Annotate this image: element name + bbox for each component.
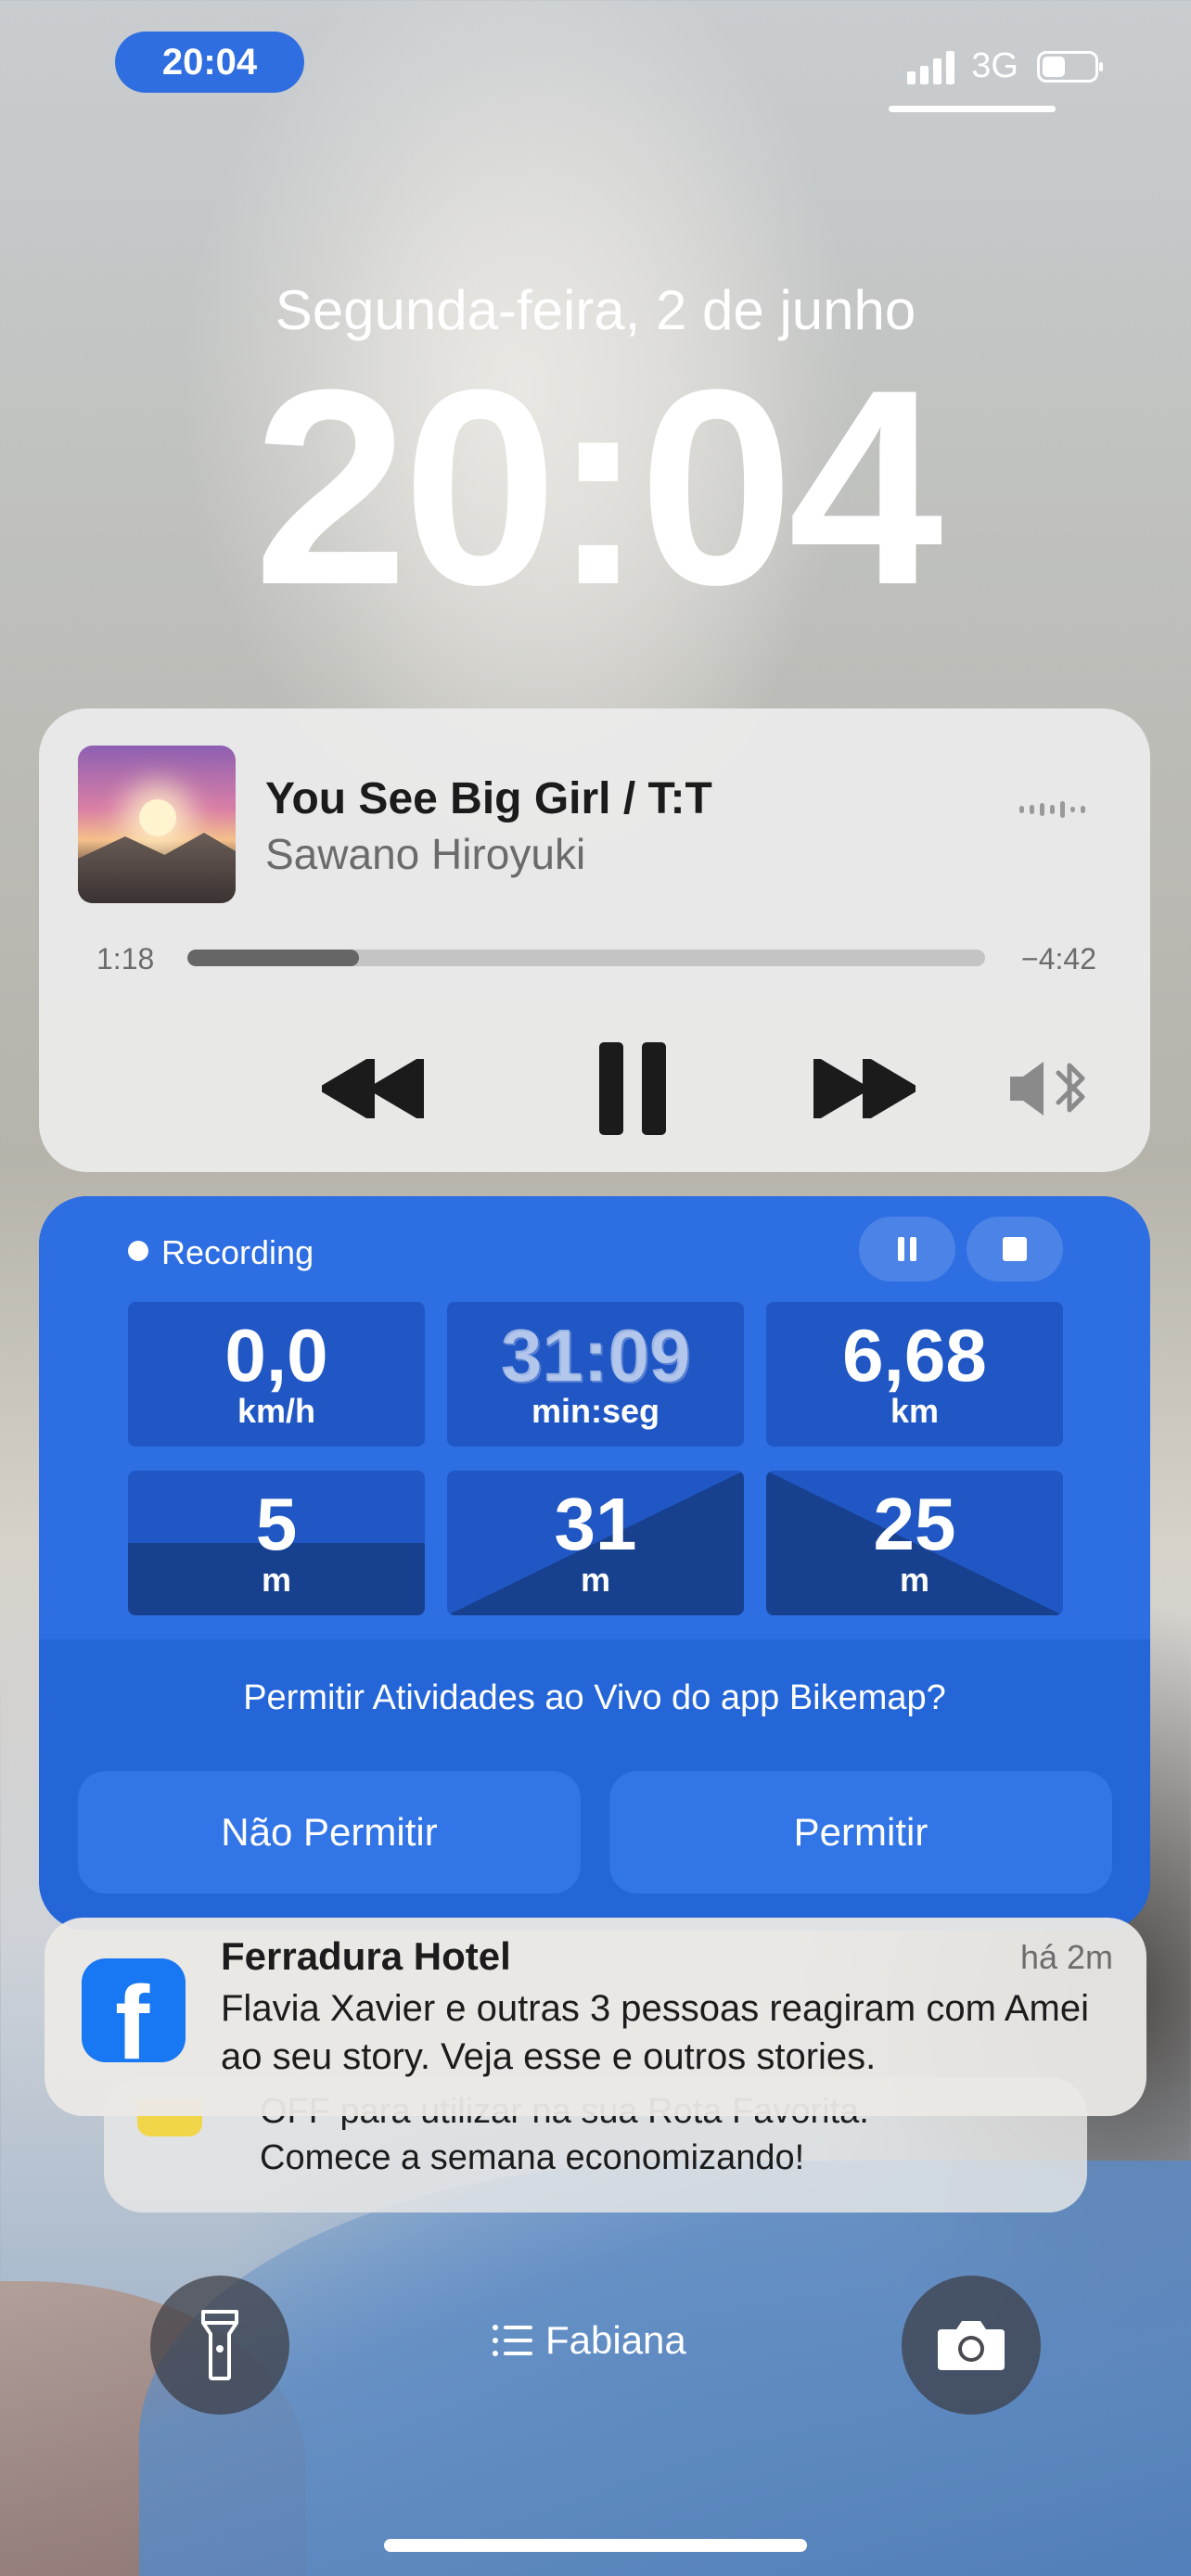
home-indicator[interactable] xyxy=(384,2539,807,2552)
notification-body: Flavia Xavier e outras 3 pessoas reagira… xyxy=(221,1988,1089,2077)
rewind-icon xyxy=(322,1059,424,1118)
playback-scrubber[interactable] xyxy=(187,950,985,966)
signal-icon xyxy=(907,49,955,84)
focus-label: Fabiana xyxy=(545,2318,686,2362)
elevation-current-tile: 5 m xyxy=(128,1471,425,1615)
track-title: You See Big Girl / T:T xyxy=(265,774,712,823)
recording-status: Recording xyxy=(161,1233,314,1271)
pause-icon xyxy=(599,1042,666,1135)
control-center-indicator xyxy=(889,106,1056,112)
live-activity-bikemap[interactable]: Recording 0,0 km/h 31:09 min:seg 6,68 km… xyxy=(39,1196,1150,1931)
fast-forward-button[interactable] xyxy=(800,1033,929,1144)
distance-unit: km xyxy=(890,1392,940,1431)
status-time[interactable]: 20:04 xyxy=(115,32,304,93)
distance-tile: 6,68 km xyxy=(766,1302,1063,1447)
status-indicators: 3G xyxy=(907,46,1103,86)
elevation-gain-unit: m xyxy=(580,1561,610,1600)
flashlight-button[interactable] xyxy=(150,2276,289,2415)
duration-value: 31:09 xyxy=(500,1314,691,1397)
lock-clock: 20:04 xyxy=(253,331,942,643)
camera-icon xyxy=(938,2321,1005,2370)
network-type: 3G xyxy=(971,46,1018,85)
wallpaper-figure xyxy=(148,0,983,1391)
playback-progress xyxy=(187,950,359,966)
camera-button[interactable] xyxy=(902,2276,1041,2415)
elevation-gain-value: 31 xyxy=(554,1483,637,1566)
live-activity-permission-prompt: Permitir Atividades ao Vivo do app Bikem… xyxy=(243,1678,946,1717)
speed-unit: km/h xyxy=(237,1392,316,1431)
duration-unit: min:seg xyxy=(531,1392,660,1431)
speed-tile: 0,0 km/h xyxy=(128,1302,425,1447)
list-icon xyxy=(493,2325,532,2356)
recording-dot-icon xyxy=(128,1241,148,1261)
duration-tile: 31:09 min:seg xyxy=(447,1302,744,1447)
waveform-icon[interactable] xyxy=(1019,801,1085,818)
track-artist: Sawano Hiroyuki xyxy=(265,830,586,878)
notification-time: há 2m xyxy=(1019,1938,1113,1976)
notification-title: Ferradura Hotel xyxy=(221,1934,511,1978)
remaining-time: −4:42 xyxy=(1021,942,1096,976)
focus-filter[interactable]: Fabiana xyxy=(492,2318,686,2363)
battery-icon xyxy=(1037,50,1103,83)
speed-value: 0,0 xyxy=(224,1314,328,1397)
audio-output-button[interactable] xyxy=(1004,1033,1096,1144)
notification-facebook[interactable]: f Ferradura Hotel há 2m Flavia Xavier e … xyxy=(45,1918,1146,2116)
pause-button[interactable] xyxy=(577,1033,688,1144)
elapsed-time: 1:18 xyxy=(96,942,155,976)
elevation-current-value: 5 xyxy=(255,1483,298,1566)
fast-forward-icon xyxy=(813,1059,916,1118)
distance-value: 6,68 xyxy=(842,1314,987,1397)
deny-button[interactable]: Não Permitir xyxy=(78,1771,581,1894)
elevation-loss-tile: 25 m xyxy=(766,1471,1063,1615)
flashlight-icon xyxy=(201,2310,238,2380)
elevation-gain-tile: 31 m xyxy=(447,1471,744,1615)
pause-icon xyxy=(898,1237,916,1261)
rewind-button[interactable] xyxy=(308,1033,438,1144)
speaker-bluetooth-icon xyxy=(1010,1062,1085,1116)
stop-recording-button[interactable] xyxy=(967,1217,1063,1282)
notification-line: Comece a semana economizando! xyxy=(260,2138,805,2177)
elevation-loss-value: 25 xyxy=(873,1483,956,1566)
elevation-current-unit: m xyxy=(261,1561,291,1600)
status-time-label: 20:04 xyxy=(161,41,258,83)
stop-icon xyxy=(1003,1237,1027,1261)
allow-button[interactable]: Permitir xyxy=(609,1771,1112,1894)
facebook-icon: f xyxy=(82,1958,186,2062)
elevation-loss-unit: m xyxy=(899,1561,929,1600)
now-playing-widget[interactable]: You See Big Girl / T:T Sawano Hiroyuki 1… xyxy=(39,708,1150,1172)
pause-recording-button[interactable] xyxy=(859,1217,955,1282)
album-art[interactable] xyxy=(78,746,236,903)
